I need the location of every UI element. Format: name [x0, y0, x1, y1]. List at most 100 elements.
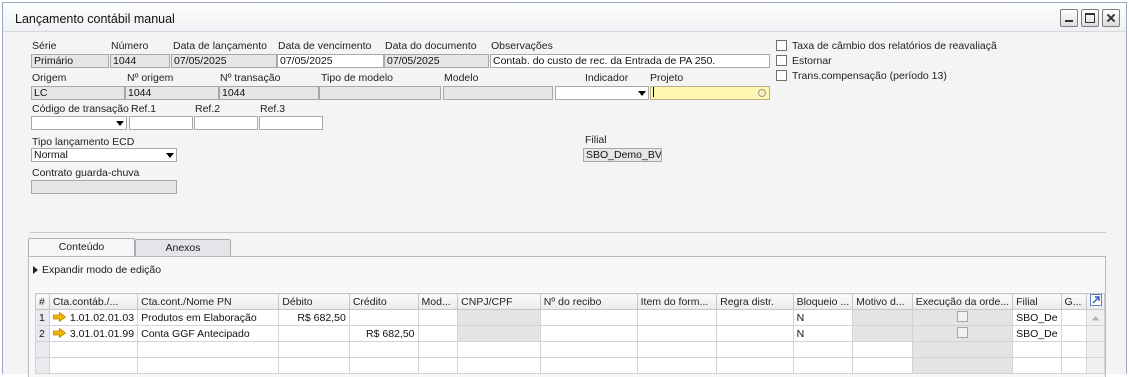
empty-cell[interactable] [137, 341, 280, 358]
empty-cell[interactable] [1012, 357, 1062, 374]
col-header-recibo[interactable]: Nº do recibo [539, 293, 638, 310]
col-header-credito[interactable]: Crédito [348, 293, 419, 310]
empty-row[interactable] [35, 341, 1105, 358]
indicador-dropdown[interactable] [555, 86, 649, 100]
scrollbar-track[interactable] [1086, 325, 1105, 342]
empty-cell[interactable] [911, 357, 1014, 374]
empty-cell[interactable] [852, 357, 913, 374]
nome-cell[interactable]: Produtos em Elaboração [137, 309, 280, 326]
col-header-cnpj[interactable]: CNPJ/CPF [457, 293, 541, 310]
maximize-button[interactable] [1081, 9, 1099, 27]
recibo-cell[interactable] [539, 309, 638, 326]
item-form-cell[interactable] [636, 309, 718, 326]
filial-cell[interactable]: SBO_De [1012, 309, 1062, 326]
empty-cell[interactable] [348, 341, 419, 358]
projeto-field[interactable] [650, 86, 770, 100]
col-header-execucao[interactable]: Execução da orde... [911, 293, 1014, 310]
empty-cell[interactable] [636, 341, 718, 358]
n-origem-field[interactable]: 1044 [125, 86, 219, 100]
regra-cell[interactable] [716, 325, 794, 342]
mod-cell[interactable] [417, 325, 459, 342]
col-header-regra[interactable]: Regra distr. [716, 293, 794, 310]
numero-field[interactable]: 1044 [110, 54, 170, 68]
contrato-field[interactable] [31, 180, 177, 194]
empty-cell[interactable] [137, 357, 280, 374]
link-arrow-icon[interactable] [52, 311, 66, 322]
empty-cell[interactable] [417, 357, 459, 374]
serie-field[interactable]: Primário [31, 54, 109, 68]
col-header-item-form[interactable]: Item do form... [636, 293, 718, 310]
taxa-cambio-checkbox[interactable] [776, 40, 787, 51]
col-header-filial[interactable]: Filial [1012, 293, 1062, 310]
scrollbar-track[interactable] [1086, 357, 1105, 374]
empty-cell[interactable] [48, 341, 139, 358]
empty-cell[interactable] [792, 357, 854, 374]
filial-cell[interactable]: SBO_De [1012, 325, 1062, 342]
col-header-motivo[interactable]: Motivo d... [852, 293, 913, 310]
filial-field[interactable]: SBO_Demo_BV [583, 148, 662, 162]
empty-cell[interactable] [852, 341, 913, 358]
minimize-button[interactable] [1060, 9, 1078, 27]
empty-cell[interactable] [48, 357, 139, 374]
credito-cell[interactable]: R$ 682,50 [348, 325, 419, 342]
mod-cell[interactable] [417, 309, 459, 326]
scroll-up-icon[interactable] [1086, 309, 1105, 326]
ref3-field[interactable] [259, 116, 323, 130]
empty-cell[interactable] [457, 357, 541, 374]
recibo-cell[interactable] [539, 325, 638, 342]
empty-cell[interactable] [1060, 357, 1088, 374]
execucao-checkbox[interactable] [956, 326, 968, 338]
empty-cell[interactable] [348, 357, 419, 374]
empty-cell[interactable] [1060, 341, 1088, 358]
scrollbar-track[interactable] [1086, 341, 1105, 358]
col-header-mod[interactable]: Mod... [417, 293, 459, 310]
empty-cell[interactable] [417, 341, 459, 358]
col-header-g[interactable]: G... [1060, 293, 1088, 310]
item-form-cell[interactable] [636, 325, 718, 342]
empty-cell[interactable] [792, 341, 854, 358]
bloqueio-cell[interactable]: N [792, 325, 854, 342]
bloqueio-cell[interactable]: N [792, 309, 854, 326]
data-documento-field[interactable]: 07/05/2025 [384, 54, 489, 68]
empty-cell[interactable] [278, 357, 350, 374]
col-header-nome[interactable]: Cta.cont./Nome PN [137, 293, 280, 310]
lookup-icon[interactable] [758, 89, 766, 97]
empty-cell[interactable] [539, 357, 638, 374]
col-header-debito[interactable]: Débito [278, 293, 350, 310]
execucao-cell[interactable] [911, 309, 1014, 326]
ref2-field[interactable] [194, 116, 258, 130]
execucao-checkbox[interactable] [956, 310, 968, 322]
observacoes-field[interactable]: Contab. do custo de rec. da Entrada de P… [490, 54, 770, 68]
link-arrow-icon[interactable] [52, 327, 66, 338]
data-vencimento-field[interactable]: 07/05/2025 [277, 54, 384, 68]
g-cell[interactable] [1060, 309, 1088, 326]
origem-field[interactable]: LC [31, 86, 125, 100]
conta-cell[interactable]: 1.01.02.01.03 [48, 309, 139, 326]
table-row[interactable]: 2 3.01.01.01.99 Conta GGF Antecipado R$ … [35, 325, 1105, 342]
conta-cell[interactable]: 3.01.01.01.99 [48, 325, 139, 342]
estornar-checkbox[interactable] [776, 55, 787, 66]
cnpj-cell[interactable] [457, 325, 541, 342]
motivo-cell[interactable] [852, 309, 913, 326]
g-cell[interactable] [1060, 325, 1088, 342]
nome-cell[interactable]: Conta GGF Antecipado [137, 325, 280, 342]
cnpj-cell[interactable] [457, 309, 541, 326]
ref1-field[interactable] [129, 116, 193, 130]
empty-cell[interactable] [1012, 341, 1062, 358]
col-header-conta[interactable]: Cta.contáb./... [48, 293, 139, 310]
modelo-field[interactable] [443, 86, 553, 100]
empty-cell[interactable] [716, 357, 794, 374]
tab-conteudo[interactable]: Conteúdo [28, 238, 135, 256]
motivo-cell[interactable] [852, 325, 913, 342]
codigo-transacao-dropdown[interactable] [31, 116, 127, 130]
empty-cell[interactable] [911, 341, 1014, 358]
tab-anexos[interactable]: Anexos [135, 239, 231, 256]
n-transacao-field[interactable]: 1044 [219, 86, 319, 100]
debito-cell[interactable] [278, 325, 350, 342]
trans-compensacao-checkbox[interactable] [776, 70, 787, 81]
empty-cell[interactable] [457, 341, 541, 358]
column-settings-icon[interactable] [1086, 293, 1105, 310]
tipo-lancamento-ecd-dropdown[interactable]: Normal [31, 148, 177, 162]
regra-cell[interactable] [716, 309, 794, 326]
empty-cell[interactable] [539, 341, 638, 358]
